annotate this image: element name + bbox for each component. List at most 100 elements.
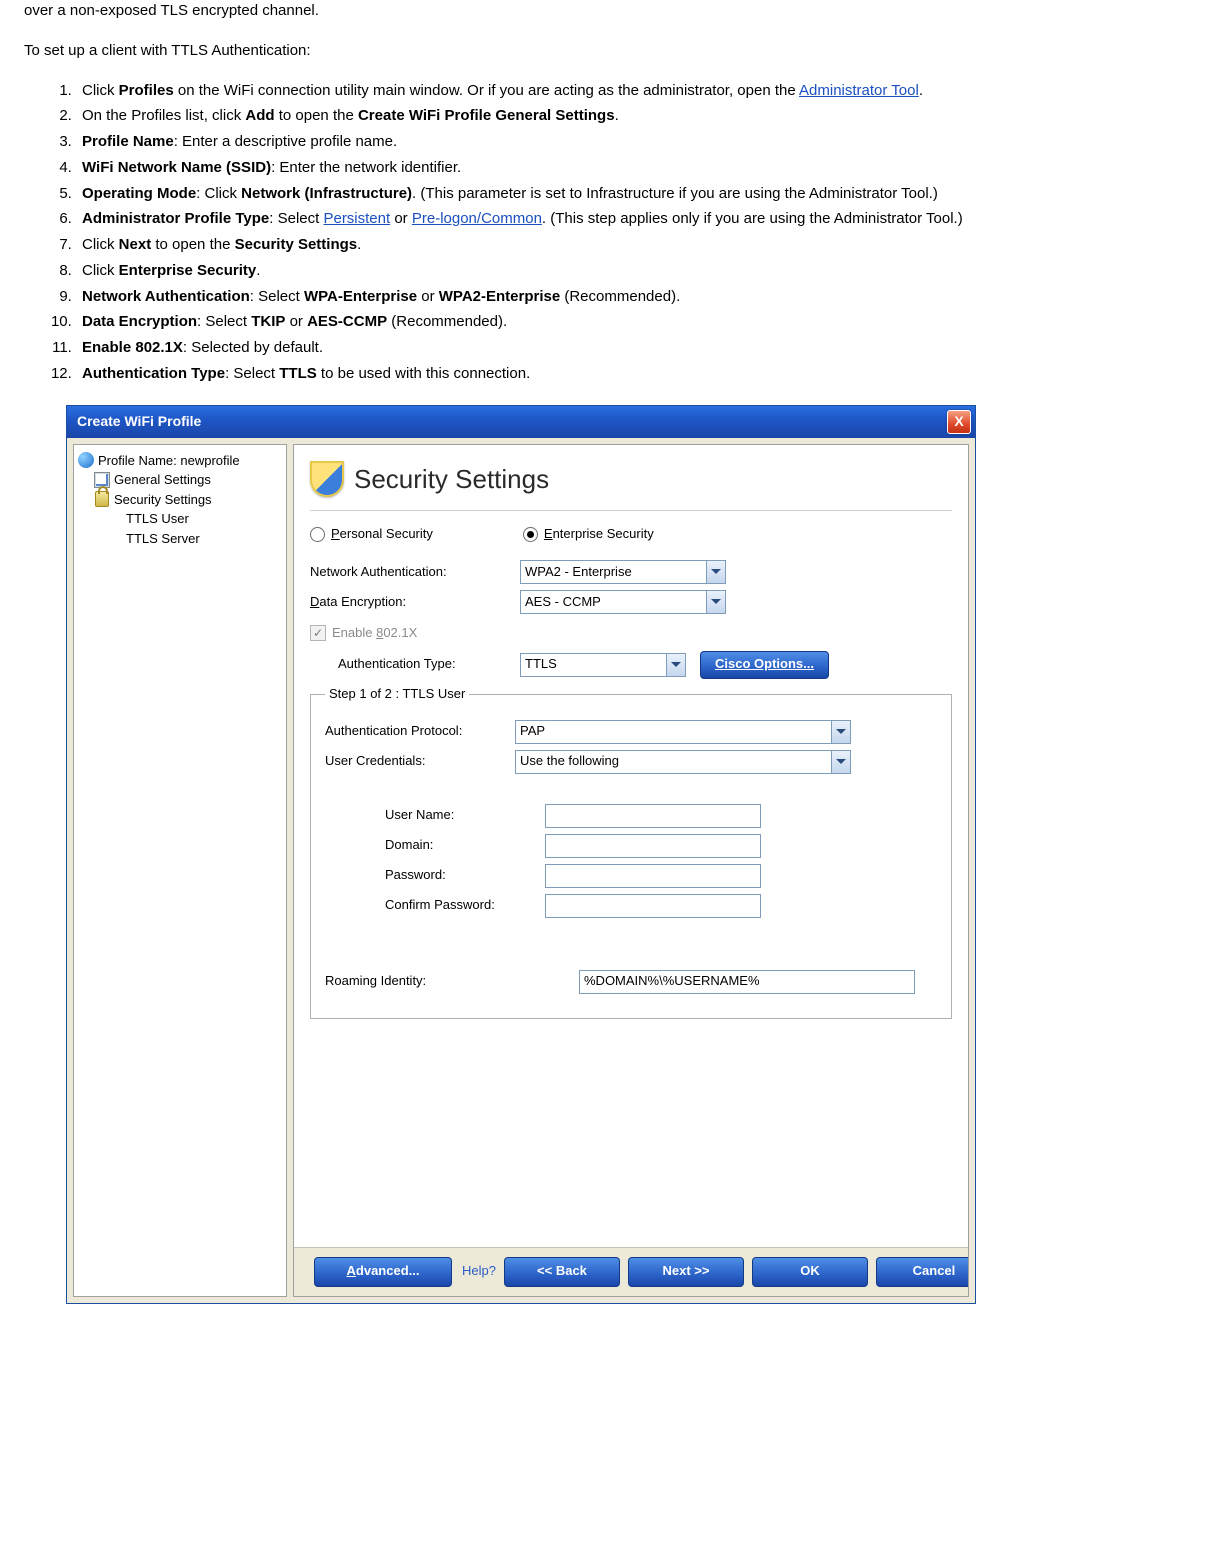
personal-security-radio[interactable]: Personal Security: [310, 525, 433, 544]
step-6: Administrator Profile Type: Select Persi…: [76, 208, 1200, 230]
ok-button[interactable]: OK: [752, 1257, 868, 1287]
admin-tool-link[interactable]: Administrator Tool: [799, 82, 919, 99]
text-bold: TKIP: [251, 313, 285, 330]
confirm-password-label: Confirm Password:: [385, 896, 545, 915]
confirm-password-input[interactable]: [545, 894, 761, 918]
text: Click: [82, 262, 119, 279]
text: : Selected by default.: [183, 339, 323, 356]
text: : Select: [197, 313, 251, 330]
auth-protocol-combo[interactable]: PAP: [515, 720, 851, 744]
auth-type-label: Authentication Type:: [338, 655, 520, 674]
data-encryption-label: Data Encryption:: [310, 593, 520, 612]
text: to open the: [275, 107, 358, 124]
text: .: [256, 262, 260, 279]
next-button[interactable]: Next >>: [628, 1257, 744, 1287]
password-label: Password:: [385, 866, 545, 885]
text: (Recommended).: [560, 288, 680, 305]
text-bold: Network Authentication: [82, 288, 250, 305]
advanced-button[interactable]: Advanced...: [314, 1257, 452, 1287]
step-3: Profile Name: Enter a descriptive profil…: [76, 131, 1200, 153]
text-bold: Profiles: [119, 82, 174, 99]
text: On the Profiles list, click: [82, 107, 245, 124]
tree-general-settings[interactable]: General Settings: [94, 470, 282, 490]
tree-profile-root[interactable]: Profile Name: newprofile: [78, 451, 282, 471]
shield-icon: [310, 461, 344, 497]
text-bold: WiFi Network Name (SSID): [82, 159, 271, 176]
text-bold: Next: [119, 236, 152, 253]
text: on the WiFi connection utility main wind…: [174, 82, 799, 99]
tree-security-settings[interactable]: Security Settings: [94, 490, 282, 510]
domain-label: Domain:: [385, 836, 545, 855]
auth-type-combo[interactable]: TTLS: [520, 653, 686, 677]
security-settings-panel: Security Settings Personal Security Ente…: [293, 444, 969, 1297]
dialog-title: Create WiFi Profile: [77, 411, 201, 431]
enable-8021x-checkbox: Enable 802.1X: [310, 624, 952, 643]
text-bold: Create WiFi Profile General Settings: [358, 107, 615, 124]
cisco-options-button[interactable]: Cisco Options...: [700, 651, 829, 679]
text-bold: WPA-Enterprise: [304, 288, 417, 305]
back-button[interactable]: << Back: [504, 1257, 620, 1287]
password-input[interactable]: [545, 864, 761, 888]
chevron-down-icon: [666, 654, 685, 676]
text: .: [357, 236, 361, 253]
text: : Enter a descriptive profile name.: [174, 133, 397, 150]
label: TTLS User: [126, 509, 189, 529]
text: to open the: [151, 236, 234, 253]
combo-value: AES - CCMP: [525, 593, 601, 612]
intro-line: To set up a client with TTLS Authenticat…: [24, 40, 1200, 62]
network-auth-combo[interactable]: WPA2 - Enterprise: [520, 560, 726, 584]
text: : Enter the network identifier.: [271, 159, 461, 176]
cancel-button[interactable]: Cancel: [876, 1257, 969, 1287]
step-1: Click Profiles on the WiFi connection ut…: [76, 80, 1200, 102]
text-bold: Security Settings: [235, 236, 358, 253]
label: Cisco Options...: [715, 655, 814, 674]
step-10: Data Encryption: Select TKIP or AES-CCMP…: [76, 311, 1200, 333]
text: or: [417, 288, 439, 305]
text-bold: Add: [245, 107, 274, 124]
text: (Recommended).: [387, 313, 507, 330]
enterprise-security-radio[interactable]: Enterprise Security: [523, 525, 654, 544]
roaming-identity-label: Roaming Identity:: [325, 972, 579, 991]
help-link[interactable]: Help?: [462, 1262, 496, 1281]
label: TTLS Server: [126, 529, 200, 549]
step-7: Click Next to open the Security Settings…: [76, 234, 1200, 256]
username-label: User Name:: [385, 806, 545, 825]
checkbox-checked-disabled-icon: [310, 625, 326, 641]
text-bold: WPA2-Enterprise: [439, 288, 560, 305]
text-bold: Profile Name: [82, 133, 174, 150]
text: Click: [82, 82, 119, 99]
profile-tree: Profile Name: newprofile General Setting…: [73, 444, 287, 1297]
close-icon[interactable]: X: [947, 410, 971, 434]
text: .: [615, 107, 619, 124]
label: Advanced...: [347, 1262, 420, 1281]
step-11: Enable 802.1X: Selected by default.: [76, 337, 1200, 359]
text: Click: [82, 236, 119, 253]
label: Enterprise Security: [544, 525, 654, 544]
group-legend: Step 1 of 2 : TTLS User: [325, 685, 469, 704]
text-bold: TTLS: [279, 365, 317, 382]
combo-value: WPA2 - Enterprise: [525, 563, 632, 582]
username-input[interactable]: [545, 804, 761, 828]
text-bold: Operating Mode: [82, 185, 196, 202]
text-bold: Administrator Profile Type: [82, 210, 269, 227]
titlebar[interactable]: Create WiFi Profile X: [67, 406, 975, 438]
domain-input[interactable]: [545, 834, 761, 858]
tree-ttls-server[interactable]: TTLS Server: [126, 529, 282, 549]
auth-protocol-label: Authentication Protocol:: [325, 722, 515, 741]
roaming-identity-input[interactable]: %DOMAIN%\%USERNAME%: [579, 970, 915, 994]
user-credentials-combo[interactable]: Use the following: [515, 750, 851, 774]
data-encryption-combo[interactable]: AES - CCMP: [520, 590, 726, 614]
step-4: WiFi Network Name (SSID): Enter the netw…: [76, 157, 1200, 179]
step-12: Authentication Type: Select TTLS to be u…: [76, 363, 1200, 385]
combo-value: PAP: [520, 722, 545, 741]
tree-ttls-user[interactable]: TTLS User: [126, 509, 282, 529]
user-credentials-label: User Credentials:: [325, 752, 515, 771]
step-9: Network Authentication: Select WPA-Enter…: [76, 286, 1200, 308]
lock-icon: [95, 491, 109, 507]
prelogon-link[interactable]: Pre-logon/Common: [412, 210, 542, 227]
persistent-link[interactable]: Persistent: [323, 210, 390, 227]
text-bold: Data Encryption: [82, 313, 197, 330]
label: Personal Security: [331, 525, 433, 544]
chevron-down-icon: [706, 561, 725, 583]
dialog-footer: Advanced... Help? << Back Next >> OK Can…: [294, 1247, 968, 1296]
